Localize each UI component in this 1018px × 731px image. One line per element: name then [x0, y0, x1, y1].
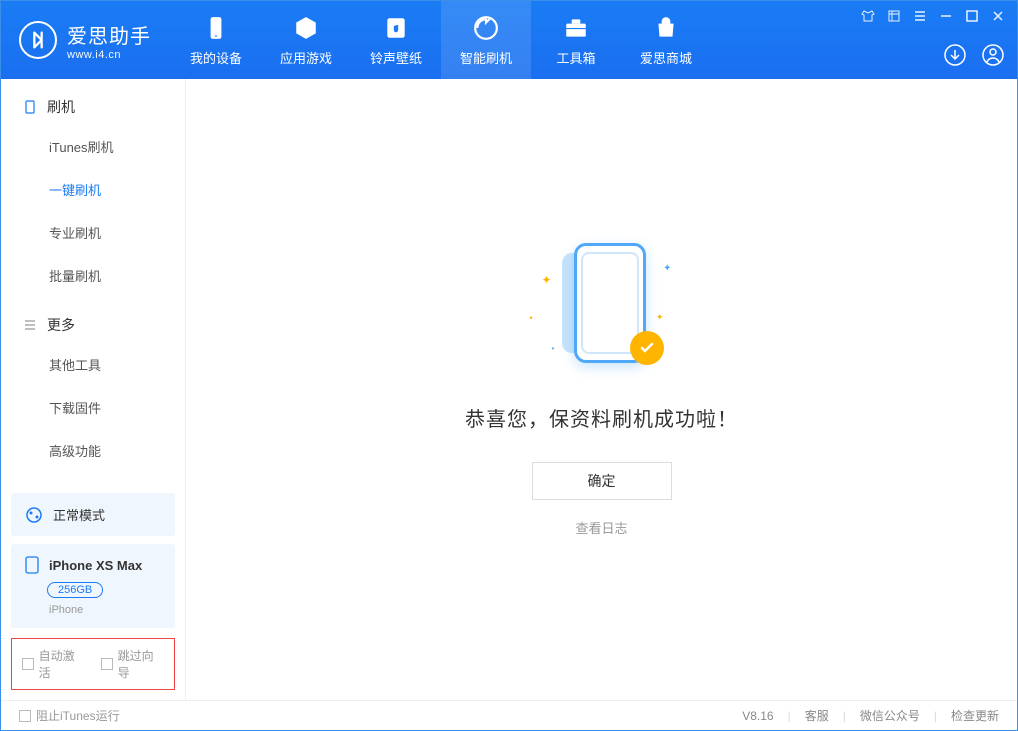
section-flash: 刷机: [1, 79, 185, 125]
cube-small-icon[interactable]: [887, 9, 901, 23]
header-right: [861, 1, 1005, 79]
logo-icon: [19, 21, 57, 59]
device-name: iPhone XS Max: [49, 558, 142, 573]
success-text: 恭喜您，保资料刷机成功啦！: [465, 403, 738, 432]
check-badge-icon: [630, 331, 664, 365]
app-title: 爱思助手: [67, 20, 151, 49]
footer-link-update[interactable]: 检查更新: [951, 707, 999, 724]
list-icon: [23, 318, 37, 332]
nav-tab-ringtone[interactable]: 铃声壁纸: [351, 1, 441, 79]
minimize-icon[interactable]: [939, 9, 953, 23]
menu-icon[interactable]: [913, 9, 927, 23]
nav-tabs: 我的设备 应用游戏 铃声壁纸 智能刷机 工具箱 爱思商城: [171, 1, 711, 79]
maximize-icon[interactable]: [965, 9, 979, 23]
view-log-link[interactable]: 查看日志: [575, 518, 627, 537]
menu-one-key-flash[interactable]: 一键刷机: [1, 168, 185, 211]
checkbox-auto-activate[interactable]: 自动激活: [22, 647, 85, 681]
user-icon[interactable]: [981, 43, 1005, 67]
device-type: iPhone: [49, 604, 161, 616]
section-more: 更多: [1, 297, 185, 343]
body: 刷机 iTunes刷机 一键刷机 专业刷机 批量刷机 更多 其他工具 下载固件 …: [1, 79, 1017, 700]
footer-link-wechat[interactable]: 微信公众号: [860, 707, 920, 724]
sidebar-bottom: 正常模式 iPhone XS Max 256GB iPhone 自动激活 跳过向…: [1, 493, 185, 700]
checkbox-block-itunes[interactable]: 阻止iTunes运行: [19, 707, 120, 724]
device-small-icon: [25, 556, 39, 574]
store-icon: [653, 14, 679, 42]
mode-label: 正常模式: [53, 505, 105, 524]
window-controls: [861, 9, 1005, 23]
flash-icon: [473, 14, 499, 42]
footer-link-support[interactable]: 客服: [805, 707, 829, 724]
nav-tab-toolbox[interactable]: 工具箱: [531, 1, 621, 79]
menu-download-firmware[interactable]: 下载固件: [1, 386, 185, 429]
mode-icon: [25, 506, 43, 524]
footer-right: V8.16 | 客服 | 微信公众号 | 检查更新: [742, 707, 999, 724]
nav-tab-flash[interactable]: 智能刷机: [441, 1, 531, 79]
confirm-button[interactable]: 确定: [532, 462, 672, 500]
menu-itunes-flash[interactable]: iTunes刷机: [1, 125, 185, 168]
device-icon: [203, 14, 229, 42]
footer: 阻止iTunes运行 V8.16 | 客服 | 微信公众号 | 检查更新: [1, 700, 1017, 730]
checkbox-row: 自动激活 跳过向导: [11, 638, 175, 690]
close-icon[interactable]: [991, 9, 1005, 23]
header: 爱思助手 www.i4.cn 我的设备 应用游戏 铃声壁纸 智能刷机 工具箱 爱…: [1, 1, 1017, 79]
device-capacity: 256GB: [47, 582, 103, 598]
phone-small-icon: [23, 100, 37, 114]
shirt-icon[interactable]: [861, 9, 875, 23]
success-illustration: ✦✦•✦•: [522, 243, 682, 383]
menu-other-tools[interactable]: 其他工具: [1, 343, 185, 386]
cube-icon: [293, 14, 319, 42]
nav-tab-store[interactable]: 爱思商城: [621, 1, 711, 79]
logo-text: 爱思助手 www.i4.cn: [67, 20, 151, 61]
version-label: V8.16: [742, 709, 773, 723]
ringtone-icon: [383, 14, 409, 42]
user-controls: [943, 43, 1005, 67]
footer-left: 阻止iTunes运行: [19, 707, 120, 724]
menu-advanced[interactable]: 高级功能: [1, 429, 185, 472]
sidebar: 刷机 iTunes刷机 一键刷机 专业刷机 批量刷机 更多 其他工具 下载固件 …: [1, 79, 186, 700]
toolbox-icon: [563, 14, 589, 42]
nav-tab-apps[interactable]: 应用游戏: [261, 1, 351, 79]
download-icon[interactable]: [943, 43, 967, 67]
app-url: www.i4.cn: [67, 49, 151, 61]
menu-batch-flash[interactable]: 批量刷机: [1, 254, 185, 297]
checkbox-skip-guide[interactable]: 跳过向导: [101, 647, 164, 681]
main-content: ✦✦•✦• 恭喜您，保资料刷机成功啦！ 确定 查看日志: [186, 79, 1017, 700]
logo-area: 爱思助手 www.i4.cn: [1, 20, 171, 61]
menu-pro-flash[interactable]: 专业刷机: [1, 211, 185, 254]
mode-card[interactable]: 正常模式: [11, 493, 175, 536]
device-card[interactable]: iPhone XS Max 256GB iPhone: [11, 544, 175, 628]
nav-tab-device[interactable]: 我的设备: [171, 1, 261, 79]
